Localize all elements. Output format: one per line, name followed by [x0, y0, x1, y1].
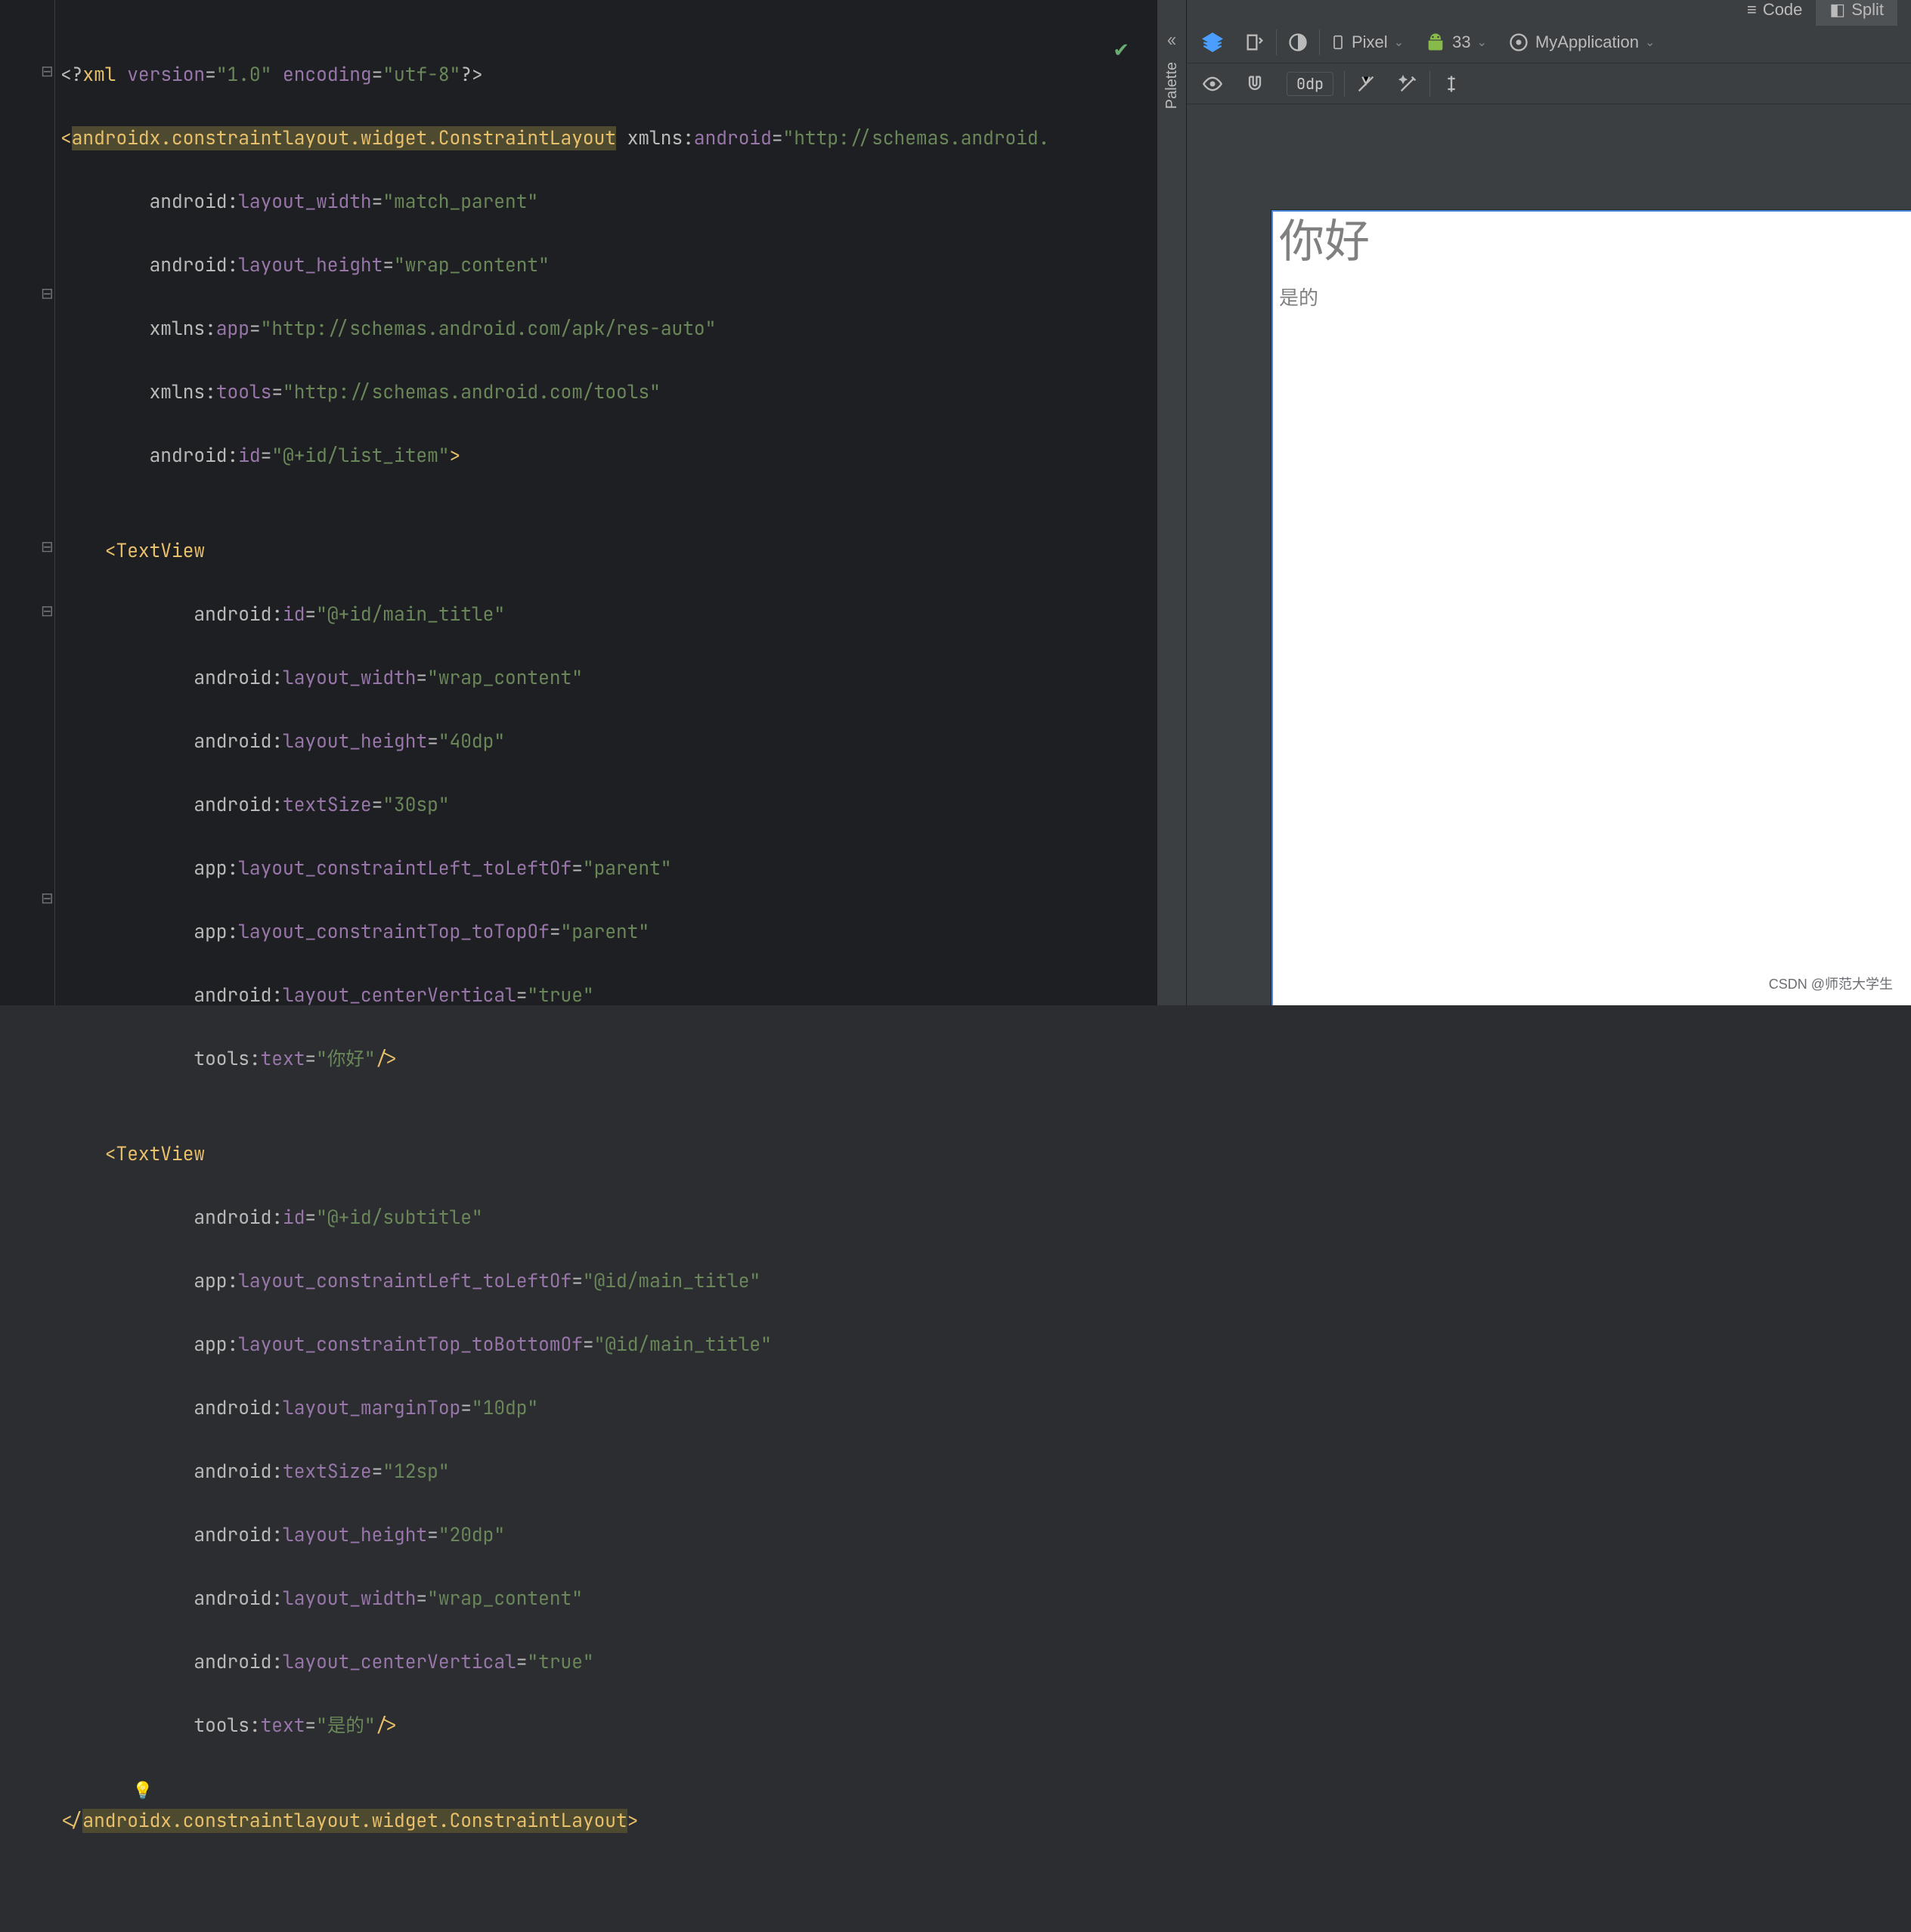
fold-icon[interactable]: ⊟	[41, 605, 53, 617]
device-label: Pixel	[1352, 33, 1388, 52]
guideline-icon	[1441, 73, 1462, 94]
api-selector[interactable]: 33 ⌄	[1414, 21, 1498, 63]
magnet-icon	[1244, 73, 1265, 94]
fold-icon[interactable]: ⊟	[41, 65, 53, 77]
guidelines-button[interactable]	[1430, 63, 1473, 104]
layers-icon	[1202, 32, 1223, 53]
code-area[interactable]: <?xml version="1.0" encoding="utf-8"?> <…	[57, 0, 1157, 1005]
android-icon	[1425, 32, 1446, 53]
theme-selector[interactable]: MyApplication ⌄	[1498, 21, 1665, 63]
clear-constraints-button[interactable]	[1345, 63, 1387, 104]
fold-end-icon[interactable]: ⊟	[41, 892, 53, 904]
autoconnect-button[interactable]	[1234, 63, 1276, 104]
infer-constraints-button[interactable]	[1387, 63, 1429, 104]
preview-main-title[interactable]: 你好	[1273, 212, 1911, 265]
night-mode-button[interactable]	[1277, 21, 1319, 63]
preview-subtitle[interactable]: 是的	[1273, 265, 1911, 311]
layout-preview-surface[interactable]: 你好 是的	[1271, 210, 1911, 1005]
code-icon: ≡	[1747, 0, 1757, 20]
eye-icon	[1202, 73, 1223, 94]
rotate-icon	[1244, 32, 1265, 53]
dp-value: 0dp	[1287, 72, 1333, 96]
intention-bulb-icon[interactable]: 💡	[132, 1775, 153, 1807]
fold-icon[interactable]: ⊟	[41, 287, 53, 299]
wand-icon	[1398, 73, 1419, 94]
palette-chevron-icon[interactable]: «	[1163, 30, 1180, 47]
chevron-down-icon: ⌄	[1645, 35, 1655, 50]
gutter: ⊟ ⊟ ⊟ ⊟ ⊟	[0, 0, 57, 1005]
inspection-ok-icon[interactable]: ✔	[1113, 34, 1129, 66]
palette-label[interactable]: Palette	[1163, 62, 1181, 109]
chevron-down-icon: ⌄	[1394, 35, 1404, 50]
split-icon: ◧	[1829, 0, 1845, 20]
api-label: 33	[1452, 33, 1470, 52]
tab-split-label: Split	[1851, 0, 1884, 20]
clear-constraints-icon	[1355, 73, 1377, 94]
tab-code[interactable]: ≡ Code	[1733, 0, 1816, 26]
device-canvas[interactable]: 你好 是的	[1187, 104, 1911, 1005]
layout-preview-pane: ≡ Code ◧ Split Pixel ⌄	[1187, 0, 1911, 1005]
design-toolbar-2: 0dp	[1187, 63, 1911, 104]
watermark-text: CSDN @师范大学生	[1769, 974, 1893, 993]
palette-sidebar[interactable]: « Palette	[1157, 0, 1187, 1005]
view-options-button[interactable]	[1191, 63, 1234, 104]
tab-split[interactable]: ◧ Split	[1816, 0, 1897, 26]
theme-label: MyApplication	[1535, 33, 1639, 52]
fold-end-icon[interactable]: ⊟	[41, 540, 53, 553]
phone-icon	[1330, 32, 1346, 53]
tab-code-label: Code	[1763, 0, 1803, 20]
contrast-icon	[1287, 32, 1309, 53]
orientation-button[interactable]	[1234, 21, 1276, 63]
code-editor[interactable]: ⊟ ⊟ ⊟ ⊟ ⊟ <?xml version="1.0" encoding="…	[0, 0, 1157, 1005]
theme-icon	[1508, 32, 1529, 53]
chevron-down-icon: ⌄	[1477, 35, 1487, 50]
device-selector[interactable]: Pixel ⌄	[1320, 21, 1414, 63]
default-margin-button[interactable]: 0dp	[1276, 63, 1344, 104]
design-toolbar: Pixel ⌄ 33 ⌄ MyApplication ⌄	[1187, 21, 1911, 63]
design-surface-button[interactable]	[1191, 21, 1234, 63]
view-mode-tabs: ≡ Code ◧ Split	[1733, 0, 1897, 26]
